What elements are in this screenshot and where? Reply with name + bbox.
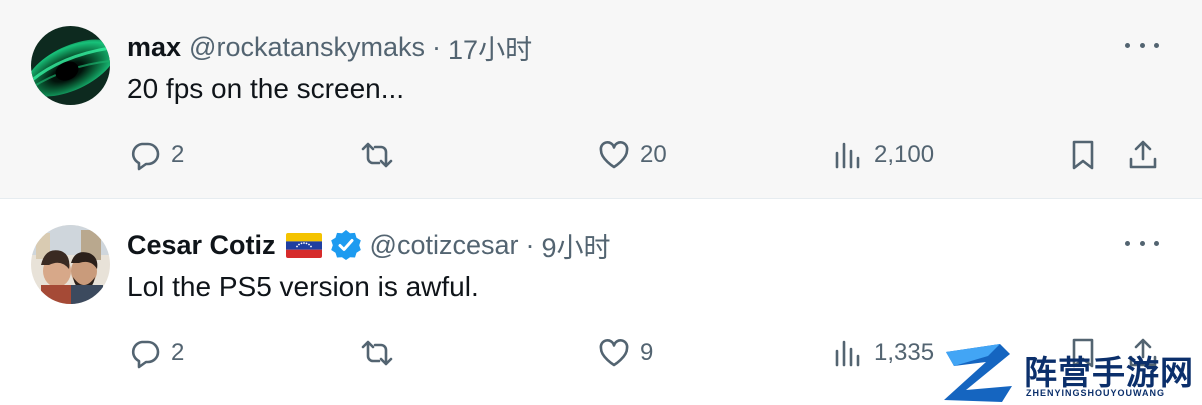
views-icon bbox=[835, 340, 860, 367]
like-button[interactable]: 9 bbox=[598, 333, 653, 373]
tweet-header: max @rockatanskymaks · 17小时 bbox=[127, 27, 532, 67]
reply-button[interactable]: 2 bbox=[129, 135, 184, 175]
retweet-icon bbox=[361, 340, 393, 366]
views-icon bbox=[835, 142, 860, 169]
more-icon[interactable] bbox=[1125, 35, 1159, 55]
display-name[interactable]: Cesar Cotiz bbox=[127, 230, 276, 261]
reply-count: 2 bbox=[171, 141, 185, 168]
retweet-button[interactable] bbox=[361, 333, 403, 373]
share-button[interactable] bbox=[1127, 135, 1159, 175]
heart-icon bbox=[599, 339, 629, 367]
bookmark-button[interactable] bbox=[1067, 135, 1099, 175]
views-count: 2,100 bbox=[874, 141, 935, 168]
timestamp[interactable]: 17小时 bbox=[448, 28, 532, 67]
avatar[interactable] bbox=[31, 26, 110, 105]
heart-icon bbox=[599, 141, 629, 169]
tweet-header: Cesar Cotiz @cotizcesar · 9小时 bbox=[127, 225, 611, 265]
reply-count: 2 bbox=[171, 339, 185, 366]
share-icon bbox=[1129, 140, 1157, 169]
reply-icon bbox=[131, 340, 160, 369]
views-button[interactable]: 1,335 bbox=[832, 333, 934, 373]
verified-badge-icon[interactable] bbox=[330, 229, 362, 261]
tweet-text: 20 fps on the screen... bbox=[127, 73, 405, 104]
retweet-button[interactable] bbox=[361, 135, 403, 175]
timestamp[interactable]: 9小时 bbox=[542, 226, 611, 265]
separator: · bbox=[432, 31, 442, 62]
site-watermark: 阵营手游网 ZHENYINGSHOUYOUWANG bbox=[940, 340, 1202, 405]
user-handle[interactable]: @rockatanskymaks bbox=[189, 32, 425, 63]
display-name[interactable]: max bbox=[127, 32, 181, 63]
reply-feed: max @rockatanskymaks · 17小时 20 fps on th… bbox=[0, 0, 1202, 405]
bookmark-icon bbox=[1072, 140, 1094, 170]
more-icon[interactable] bbox=[1125, 233, 1159, 253]
action-bar: 2 20 2,100 bbox=[0, 135, 1202, 175]
views-count: 1,335 bbox=[874, 339, 935, 366]
watermark-logo-icon bbox=[944, 344, 1012, 402]
views-button[interactable]: 2,100 bbox=[832, 135, 934, 175]
watermark-brand: 阵营手游网 bbox=[1024, 353, 1194, 392]
like-count: 20 bbox=[640, 141, 667, 168]
separator: · bbox=[525, 229, 535, 260]
avatar[interactable] bbox=[31, 225, 110, 304]
like-button[interactable]: 20 bbox=[598, 135, 667, 175]
venezuela-flag-icon bbox=[285, 232, 322, 258]
reply-icon bbox=[131, 142, 160, 171]
tweet[interactable]: max @rockatanskymaks · 17小时 20 fps on th… bbox=[0, 0, 1202, 199]
user-handle[interactable]: @cotizcesar bbox=[370, 230, 519, 261]
reply-button[interactable]: 2 bbox=[129, 333, 184, 373]
like-count: 9 bbox=[640, 339, 654, 366]
tweet-text: Lol the PS5 version is awful. bbox=[127, 271, 479, 302]
retweet-icon bbox=[361, 142, 393, 168]
watermark-domain: ZHENYINGSHOUYOUWANG bbox=[1026, 388, 1166, 398]
